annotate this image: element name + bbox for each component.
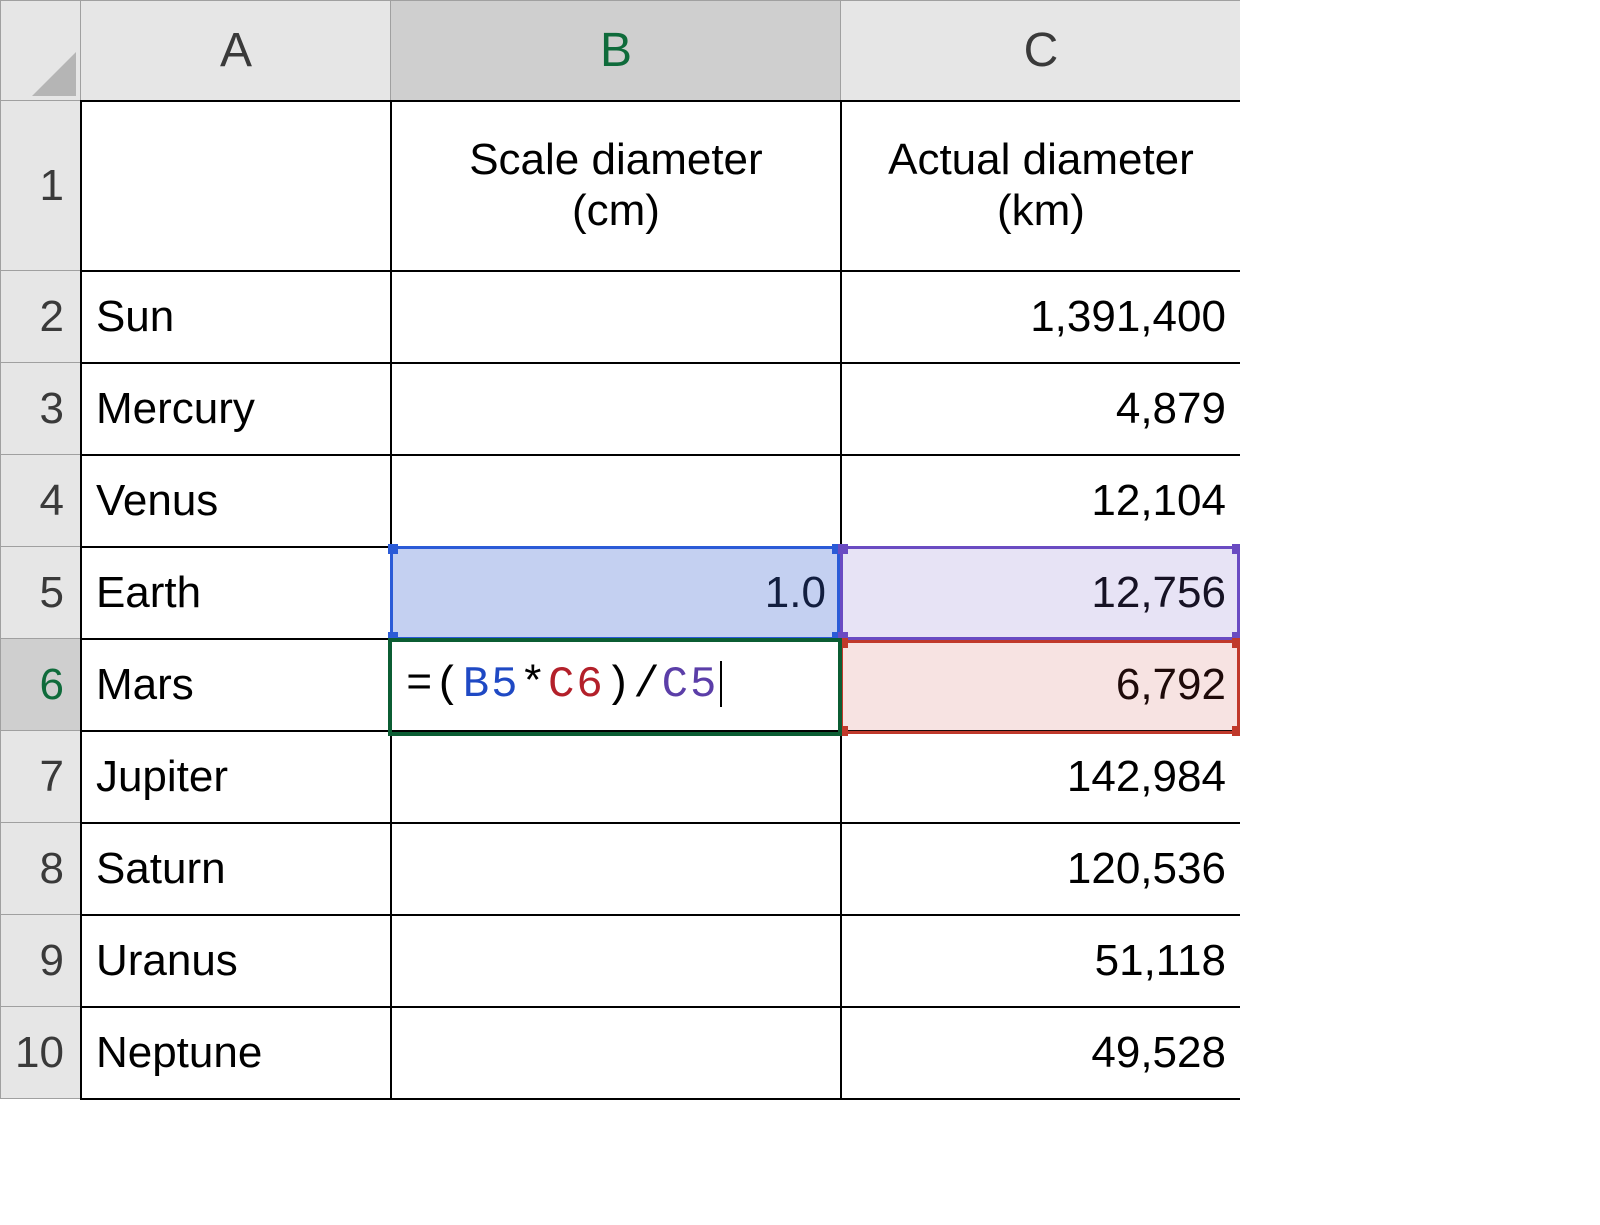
formula-star: *: [520, 660, 548, 710]
cell-B2[interactable]: [391, 271, 841, 363]
formula-rp: ): [605, 660, 633, 710]
row-9: 9 Uranus 51,118: [1, 915, 1241, 1007]
row-header-3[interactable]: 3: [1, 363, 81, 455]
formula-eq: =: [406, 660, 434, 710]
row-header-5[interactable]: 5: [1, 547, 81, 639]
grid[interactable]: A B C 1 Scale diameter (cm) Actual diame…: [0, 0, 1242, 1100]
row-7: 7 Jupiter 142,984: [1, 731, 1241, 823]
cell-C8[interactable]: 120,536: [841, 823, 1241, 915]
spreadsheet[interactable]: A B C 1 Scale diameter (cm) Actual diame…: [0, 0, 1600, 1100]
text-cursor-icon: [720, 661, 722, 707]
select-all-corner[interactable]: [1, 1, 81, 101]
cell-A7[interactable]: Jupiter: [81, 731, 391, 823]
cell-C10[interactable]: 49,528: [841, 1007, 1241, 1099]
cell-C1[interactable]: Actual diameter (km): [841, 101, 1241, 271]
cell-B10[interactable]: [391, 1007, 841, 1099]
cell-B5[interactable]: 1.0: [391, 547, 841, 639]
formula-slash: /: [633, 660, 661, 710]
cell-A2[interactable]: Sun: [81, 271, 391, 363]
row-header-4[interactable]: 4: [1, 455, 81, 547]
header-C-line2: (km): [856, 186, 1226, 237]
row-8: 8 Saturn 120,536: [1, 823, 1241, 915]
row-header-2[interactable]: 2: [1, 271, 81, 363]
row-6: 6 Mars =(B5*C6)/C5 6,792: [1, 639, 1241, 731]
cell-A6[interactable]: Mars: [81, 639, 391, 731]
select-all-triangle-icon: [32, 52, 76, 96]
cell-A3[interactable]: Mercury: [81, 363, 391, 455]
row-10: 10 Neptune 49,528: [1, 1007, 1241, 1099]
cell-B4[interactable]: [391, 455, 841, 547]
row-2: 2 Sun 1,391,400: [1, 271, 1241, 363]
viewport-right-edge: [1240, 0, 1600, 1100]
cell-B9[interactable]: [391, 915, 841, 1007]
cell-C3[interactable]: 4,879: [841, 363, 1241, 455]
cell-B7[interactable]: [391, 731, 841, 823]
formula-ref-C6: C6: [548, 660, 605, 710]
row-header-6[interactable]: 6: [1, 639, 81, 731]
header-B-line1: Scale diameter: [406, 135, 826, 186]
cell-C5[interactable]: 12,756: [841, 547, 1241, 639]
header-B-line2: (cm): [406, 186, 826, 237]
cell-A5[interactable]: Earth: [81, 547, 391, 639]
formula-lp: (: [434, 660, 462, 710]
cell-C6[interactable]: 6,792: [841, 639, 1241, 731]
cell-C2[interactable]: 1,391,400: [841, 271, 1241, 363]
col-header-C[interactable]: C: [841, 1, 1241, 101]
row-header-7[interactable]: 7: [1, 731, 81, 823]
cell-C9[interactable]: 51,118: [841, 915, 1241, 1007]
cell-A8[interactable]: Saturn: [81, 823, 391, 915]
cell-B3[interactable]: [391, 363, 841, 455]
cell-A10[interactable]: Neptune: [81, 1007, 391, 1099]
row-4: 4 Venus 12,104: [1, 455, 1241, 547]
cell-C4[interactable]: 12,104: [841, 455, 1241, 547]
row-header-10[interactable]: 10: [1, 1007, 81, 1099]
row-5: 5 Earth 1.0 12,756: [1, 547, 1241, 639]
formula-ref-C5: C5: [662, 660, 719, 710]
cell-A1[interactable]: [81, 101, 391, 271]
cell-B8[interactable]: [391, 823, 841, 915]
row-header-9[interactable]: 9: [1, 915, 81, 1007]
row-1: 1 Scale diameter (cm) Actual diameter (k…: [1, 101, 1241, 271]
cell-B6[interactable]: =(B5*C6)/C5: [391, 639, 841, 731]
column-header-row: A B C: [1, 1, 1241, 101]
row-header-8[interactable]: 8: [1, 823, 81, 915]
formula-ref-B5: B5: [463, 660, 520, 710]
col-header-B[interactable]: B: [391, 1, 841, 101]
col-header-A[interactable]: A: [81, 1, 391, 101]
cell-B1[interactable]: Scale diameter (cm): [391, 101, 841, 271]
cell-C7[interactable]: 142,984: [841, 731, 1241, 823]
row-header-1[interactable]: 1: [1, 101, 81, 271]
row-3: 3 Mercury 4,879: [1, 363, 1241, 455]
cell-A9[interactable]: Uranus: [81, 915, 391, 1007]
cell-A4[interactable]: Venus: [81, 455, 391, 547]
header-C-line1: Actual diameter: [856, 135, 1226, 186]
